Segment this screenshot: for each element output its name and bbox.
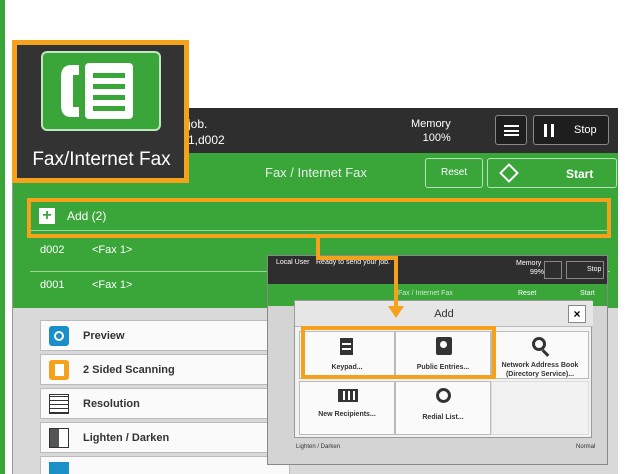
start-diamond-icon <box>499 163 519 183</box>
close-button[interactable]: × <box>568 305 586 323</box>
memory-label: Memory <box>411 118 451 130</box>
feature-label: 2 Sided Scanning <box>83 364 175 376</box>
sub-start[interactable]: Start <box>580 290 595 297</box>
close-icon: × <box>573 307 581 321</box>
status-line-1: job. <box>188 117 208 131</box>
stop-label: Stop <box>574 124 597 136</box>
fax-glyph <box>61 63 133 119</box>
feature-preview[interactable]: Preview <box>40 320 290 351</box>
feature-resolution[interactable]: Resolution <box>40 388 290 419</box>
network-address-book-label: Network Address Book (Directory Service)… <box>501 362 579 378</box>
pause-icon <box>544 124 554 137</box>
reset-label: Reset <box>441 167 468 178</box>
sub-lighten: Lighten / Darken <box>296 444 341 450</box>
recipient-id: d001 <box>40 279 65 291</box>
memory-indicator: Memory 100% <box>411 117 451 145</box>
status-message: job. 1,d002 <box>188 116 225 148</box>
redial-list-button[interactable]: Redial List... <box>395 381 491 435</box>
contrast-icon <box>49 428 69 448</box>
connector-arrow <box>388 306 404 318</box>
two-sided-icon <box>49 360 69 380</box>
sub-memory-label: Memory <box>516 260 542 267</box>
sub-memory-value: 99% <box>530 269 545 276</box>
stop-button[interactable]: Stop <box>533 115 609 145</box>
feature-label: Preview <box>83 330 125 342</box>
connector-line <box>316 256 398 260</box>
network-address-book-button[interactable]: Network Address Book (Directory Service)… <box>491 331 589 379</box>
feature-label: Lighten / Darken <box>83 432 170 444</box>
sub-status-bar: Local User Ready to send your job. Memor… <box>268 256 607 284</box>
fax-app-tile[interactable]: Fax/Internet Fax <box>12 40 189 183</box>
status-line-2: 1,d002 <box>188 133 225 147</box>
sub-reset[interactable]: Reset <box>518 290 536 297</box>
screen-title: Fax / Internet Fax <box>265 165 367 180</box>
sub-message: Ready to send your job. <box>316 259 390 266</box>
fax-icon <box>41 51 161 131</box>
new-recipients-label: New Recipients... <box>318 411 376 418</box>
sub-title: Fax / Internet Fax <box>398 290 453 297</box>
sub-user: Local User <box>276 259 310 266</box>
start-label: Start <box>566 167 594 181</box>
sub-menu-button[interactable] <box>544 261 562 279</box>
eye-icon <box>49 326 69 346</box>
sub-stop-label: Stop <box>587 266 602 273</box>
memory-value: 100% <box>422 132 451 144</box>
redial-list-label: Redial List... <box>422 414 464 421</box>
connector-line <box>394 256 398 308</box>
empty-cell <box>491 381 589 435</box>
reset-button[interactable]: Reset <box>425 158 483 188</box>
new-recipients-button[interactable]: New Recipients... <box>299 381 395 435</box>
feature-2-sided-scanning[interactable]: 2 Sided Scanning <box>40 354 290 385</box>
more-feature-icon <box>49 462 69 474</box>
app-name: Fax/Internet Fax <box>32 149 171 170</box>
feature-label: Resolution <box>83 398 140 410</box>
feature-next[interactable] <box>40 456 290 474</box>
feature-lighten-darken[interactable]: Lighten / Darken <box>40 422 290 453</box>
sub-normal: Normal <box>576 444 596 450</box>
highlight-add-row <box>27 198 611 238</box>
keyboard-icon <box>338 389 358 402</box>
sub-stop-button[interactable]: Stop <box>566 261 604 279</box>
start-button[interactable]: Start <box>487 158 617 188</box>
dialog-title: Add <box>295 301 593 327</box>
menu-button[interactable] <box>495 115 527 145</box>
resolution-grid-icon <box>49 394 69 414</box>
highlight-dialog-items <box>301 326 496 379</box>
left-accent-bar <box>0 0 5 474</box>
recipient-id: d002 <box>40 244 65 256</box>
recipient-name: <Fax 1> <box>92 244 133 256</box>
recipient-name: <Fax 1> <box>92 279 133 291</box>
redial-history-icon <box>436 388 451 403</box>
